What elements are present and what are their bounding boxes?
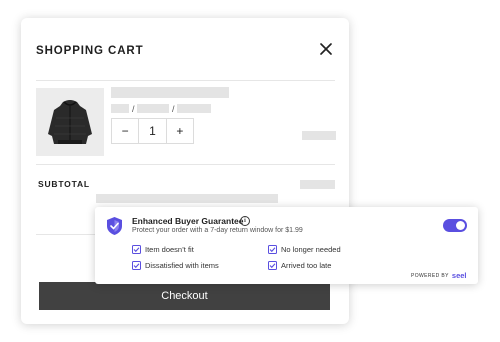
benefit-label: Arrived too late bbox=[281, 261, 332, 270]
protection-toggle[interactable] bbox=[443, 219, 467, 232]
benefit-item: Arrived too late bbox=[268, 261, 331, 270]
benefit-label: Dissatisfied with items bbox=[145, 261, 219, 270]
checkbox-icon bbox=[132, 261, 141, 270]
benefit-item: Item doesn’t fit bbox=[132, 245, 194, 254]
checkbox-icon bbox=[132, 245, 141, 254]
shield-icon bbox=[106, 216, 123, 236]
benefit-label: No longer needed bbox=[281, 245, 341, 254]
variant-placeholder bbox=[111, 104, 129, 113]
note-placeholder bbox=[96, 194, 278, 203]
decrement-button[interactable]: − bbox=[112, 119, 138, 143]
quantity-stepper: − 1 + bbox=[111, 118, 194, 144]
checkbox-icon bbox=[268, 261, 277, 270]
variant-separator: / bbox=[132, 104, 135, 114]
subtotal-placeholder bbox=[300, 180, 335, 189]
divider bbox=[36, 80, 335, 81]
increment-button[interactable]: + bbox=[165, 119, 193, 143]
benefit-label: Item doesn’t fit bbox=[145, 245, 194, 254]
price-placeholder bbox=[302, 131, 336, 140]
powered-by: POWERED BY seel bbox=[411, 271, 467, 280]
close-icon[interactable] bbox=[319, 42, 333, 56]
cart-title: SHOPPING CART bbox=[36, 45, 144, 57]
product-name-placeholder bbox=[111, 87, 229, 98]
variant-placeholder bbox=[137, 104, 169, 113]
protection-widget: Enhanced Buyer Guarantee i Protect your … bbox=[95, 207, 478, 284]
checkbox-icon bbox=[268, 245, 277, 254]
protection-subtitle: Protect your order with a 7-day return w… bbox=[132, 227, 303, 234]
benefit-item: Dissatisfied with items bbox=[132, 261, 219, 270]
toggle-knob bbox=[456, 221, 465, 230]
info-icon[interactable]: i bbox=[240, 216, 250, 226]
quantity-value[interactable]: 1 bbox=[138, 119, 165, 143]
product-image[interactable] bbox=[36, 88, 104, 156]
checkout-button[interactable]: Checkout bbox=[39, 282, 330, 310]
variant-separator: / bbox=[172, 104, 175, 114]
variant-placeholder bbox=[177, 104, 211, 113]
subtotal-label: SUBTOTAL bbox=[38, 179, 90, 189]
divider bbox=[36, 164, 335, 165]
brand-logo: seel bbox=[451, 271, 467, 280]
powered-by-label: POWERED BY bbox=[411, 272, 449, 279]
protection-title: Enhanced Buyer Guarantee bbox=[132, 216, 244, 226]
benefit-item: No longer needed bbox=[268, 245, 341, 254]
